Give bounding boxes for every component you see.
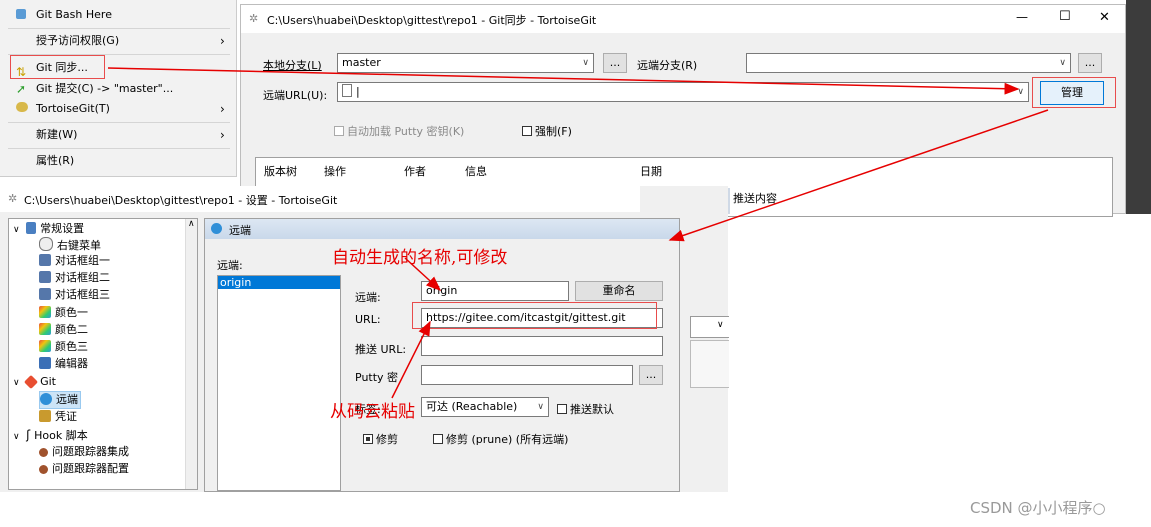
watermark: CSDN @小小程序○ — [970, 499, 1106, 517]
arrow-to-url — [391, 320, 431, 399]
annotation-arrows — [107, 67, 1049, 399]
arrow-sync-to-url — [107, 67, 1020, 95]
arrow-to-remote-name — [404, 257, 442, 292]
arrow-manage-to-settings — [668, 109, 1049, 242]
